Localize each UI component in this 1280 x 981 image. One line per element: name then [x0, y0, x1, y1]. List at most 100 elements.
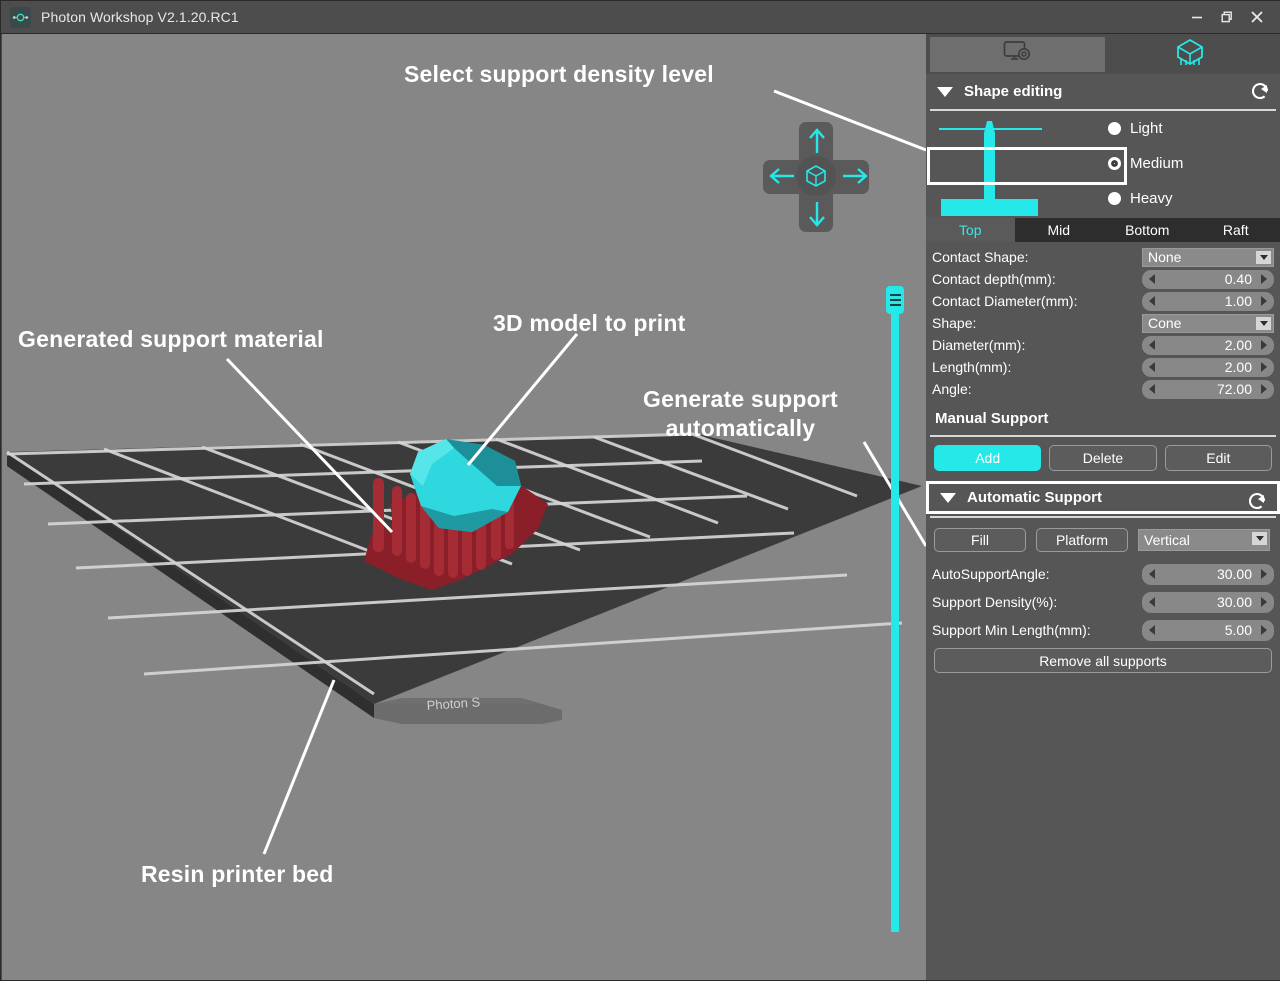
- automatic-support-header[interactable]: Automatic Support: [926, 481, 1280, 514]
- layer-slider-handle[interactable]: [886, 286, 904, 314]
- radio-heavy[interactable]: Heavy: [1108, 181, 1278, 216]
- stepper-decrement-icon[interactable]: [1149, 625, 1155, 635]
- stepper-increment-icon[interactable]: [1261, 569, 1267, 579]
- support-min-length-stepper[interactable]: 5.00: [1142, 619, 1274, 641]
- param-label: Diameter(mm):: [932, 337, 1026, 353]
- annotation-printer-bed: Resin printer bed: [141, 861, 334, 887]
- layer-slider-track[interactable]: [891, 300, 899, 932]
- tab-settings[interactable]: [930, 37, 1105, 72]
- support-density-stepper[interactable]: 30.00: [1142, 591, 1274, 613]
- stepper-value: 1.00: [1224, 293, 1252, 309]
- shape-select[interactable]: Cone: [1142, 313, 1274, 333]
- arrow-down-icon[interactable]: [807, 200, 827, 233]
- param-label: Contact Shape:: [932, 249, 1029, 265]
- contact-diameter-stepper[interactable]: 1.00: [1142, 291, 1274, 311]
- tab-support[interactable]: [1162, 37, 1218, 72]
- select-value: Cone: [1148, 315, 1182, 331]
- 3d-viewport[interactable]: Photon S Select support density level Ge…: [2, 34, 926, 980]
- cube-icon[interactable]: [796, 156, 836, 196]
- stepper-increment-icon[interactable]: [1261, 340, 1267, 350]
- arrow-right-icon[interactable]: [841, 166, 869, 191]
- subtab-bottom[interactable]: Bottom: [1103, 218, 1192, 242]
- automatic-support-section: Automatic Support: [926, 481, 1280, 514]
- param-angle: Angle: 72.00: [932, 378, 1274, 400]
- stepper-decrement-icon[interactable]: [1149, 274, 1155, 284]
- contact-shape-select[interactable]: None: [1142, 247, 1274, 267]
- stepper-value: 30.00: [1216, 594, 1252, 610]
- stepper-decrement-icon[interactable]: [1149, 569, 1155, 579]
- auto-support-mode-row: Fill Platform Vertical: [926, 518, 1280, 552]
- chevron-down-icon[interactable]: [1256, 250, 1271, 264]
- stepper-increment-icon[interactable]: [1261, 274, 1267, 284]
- param-label: AutoSupportAngle:: [932, 566, 1050, 582]
- remove-all-supports-button[interactable]: Remove all supports: [934, 648, 1272, 673]
- param-diameter: Diameter(mm): 2.00: [932, 334, 1274, 356]
- shape-editing-title: Shape editing: [964, 83, 1063, 100]
- param-label: Contact depth(mm):: [932, 271, 1056, 287]
- select-value: None: [1148, 249, 1182, 265]
- view-navigation-gizmo[interactable]: [763, 122, 869, 232]
- density-radio-group[interactable]: Light Medium Heavy: [1108, 111, 1278, 218]
- layer-slider[interactable]: [886, 286, 904, 932]
- refresh-icon[interactable]: [1248, 80, 1272, 108]
- stepper-value: 2.00: [1224, 359, 1252, 375]
- stepper-increment-icon[interactable]: [1261, 384, 1267, 394]
- stepper-decrement-icon[interactable]: [1149, 362, 1155, 372]
- diameter-stepper[interactable]: 2.00: [1142, 335, 1274, 355]
- stepper-decrement-icon[interactable]: [1149, 296, 1155, 306]
- subtab-top[interactable]: Top: [926, 218, 1015, 242]
- chevron-down-icon[interactable]: [1252, 532, 1267, 545]
- stepper-decrement-icon[interactable]: [1149, 597, 1155, 607]
- orientation-select[interactable]: Vertical: [1138, 529, 1270, 551]
- app-title: Photon Workshop V2.1.20.RC1: [41, 9, 239, 25]
- stepper-increment-icon[interactable]: [1261, 597, 1267, 607]
- support-part-tabs[interactable]: Top Mid Bottom Raft: [926, 218, 1280, 242]
- length-stepper[interactable]: 2.00: [1142, 357, 1274, 377]
- contact-depth-stepper[interactable]: 0.40: [1142, 269, 1274, 289]
- chevron-down-icon[interactable]: [1256, 316, 1271, 330]
- stepper-decrement-icon[interactable]: [1149, 384, 1155, 394]
- radio-medium[interactable]: Medium: [1108, 146, 1278, 181]
- auto-support-angle-stepper[interactable]: 30.00: [1142, 563, 1274, 585]
- subtab-mid[interactable]: Mid: [1015, 218, 1104, 242]
- triangle-down-icon[interactable]: [940, 492, 956, 503]
- param-shape: Shape: Cone: [932, 312, 1274, 334]
- stepper-value: 5.00: [1224, 622, 1252, 638]
- manual-support-title: Manual Support: [935, 410, 1049, 427]
- delete-support-button[interactable]: Delete: [1049, 445, 1157, 471]
- radio-light[interactable]: Light: [1108, 111, 1278, 146]
- triangle-down-icon[interactable]: [937, 86, 953, 97]
- param-support-min-length: Support Min Length(mm): 5.00: [932, 616, 1274, 644]
- stepper-decrement-icon[interactable]: [1149, 340, 1155, 350]
- restore-icon[interactable]: [1212, 1, 1242, 34]
- close-icon[interactable]: [1242, 1, 1272, 34]
- stepper-value: 0.40: [1224, 271, 1252, 287]
- param-label: Shape:: [932, 315, 977, 331]
- subtab-raft[interactable]: Raft: [1192, 218, 1280, 242]
- supported-model-icon: [1174, 38, 1206, 71]
- refresh-icon[interactable]: [1245, 490, 1269, 518]
- fill-button[interactable]: Fill: [934, 528, 1026, 552]
- stepper-value: 30.00: [1216, 566, 1252, 582]
- arrow-left-icon[interactable]: [768, 166, 796, 191]
- add-support-button[interactable]: Add: [934, 445, 1042, 471]
- annotation-generated-support: Generated support material: [18, 326, 324, 352]
- param-label: Support Density(%):: [932, 594, 1058, 610]
- stepper-increment-icon[interactable]: [1261, 362, 1267, 372]
- param-label: Support Min Length(mm):: [932, 622, 1091, 638]
- application-window: Photon Workshop V2.1.20.RC1 Photon S Sel…: [0, 0, 1280, 981]
- param-contact-depth: Contact depth(mm): 0.40: [932, 268, 1274, 290]
- param-contact-shape: Contact Shape: None: [932, 246, 1274, 268]
- radio-label-medium: Medium: [1130, 155, 1184, 172]
- stepper-increment-icon[interactable]: [1261, 296, 1267, 306]
- manual-support-buttons: Add Delete Edit: [926, 437, 1280, 471]
- param-label: Length(mm):: [932, 359, 1012, 375]
- platform-button[interactable]: Platform: [1036, 528, 1128, 552]
- angle-stepper[interactable]: 72.00: [1142, 379, 1274, 399]
- stepper-increment-icon[interactable]: [1261, 625, 1267, 635]
- shape-editing-header[interactable]: Shape editing: [926, 74, 1280, 109]
- minimize-icon[interactable]: [1182, 1, 1212, 34]
- radio-dot-heavy: [1108, 192, 1121, 205]
- edit-support-button[interactable]: Edit: [1164, 445, 1272, 471]
- param-label: Angle:: [932, 381, 972, 397]
